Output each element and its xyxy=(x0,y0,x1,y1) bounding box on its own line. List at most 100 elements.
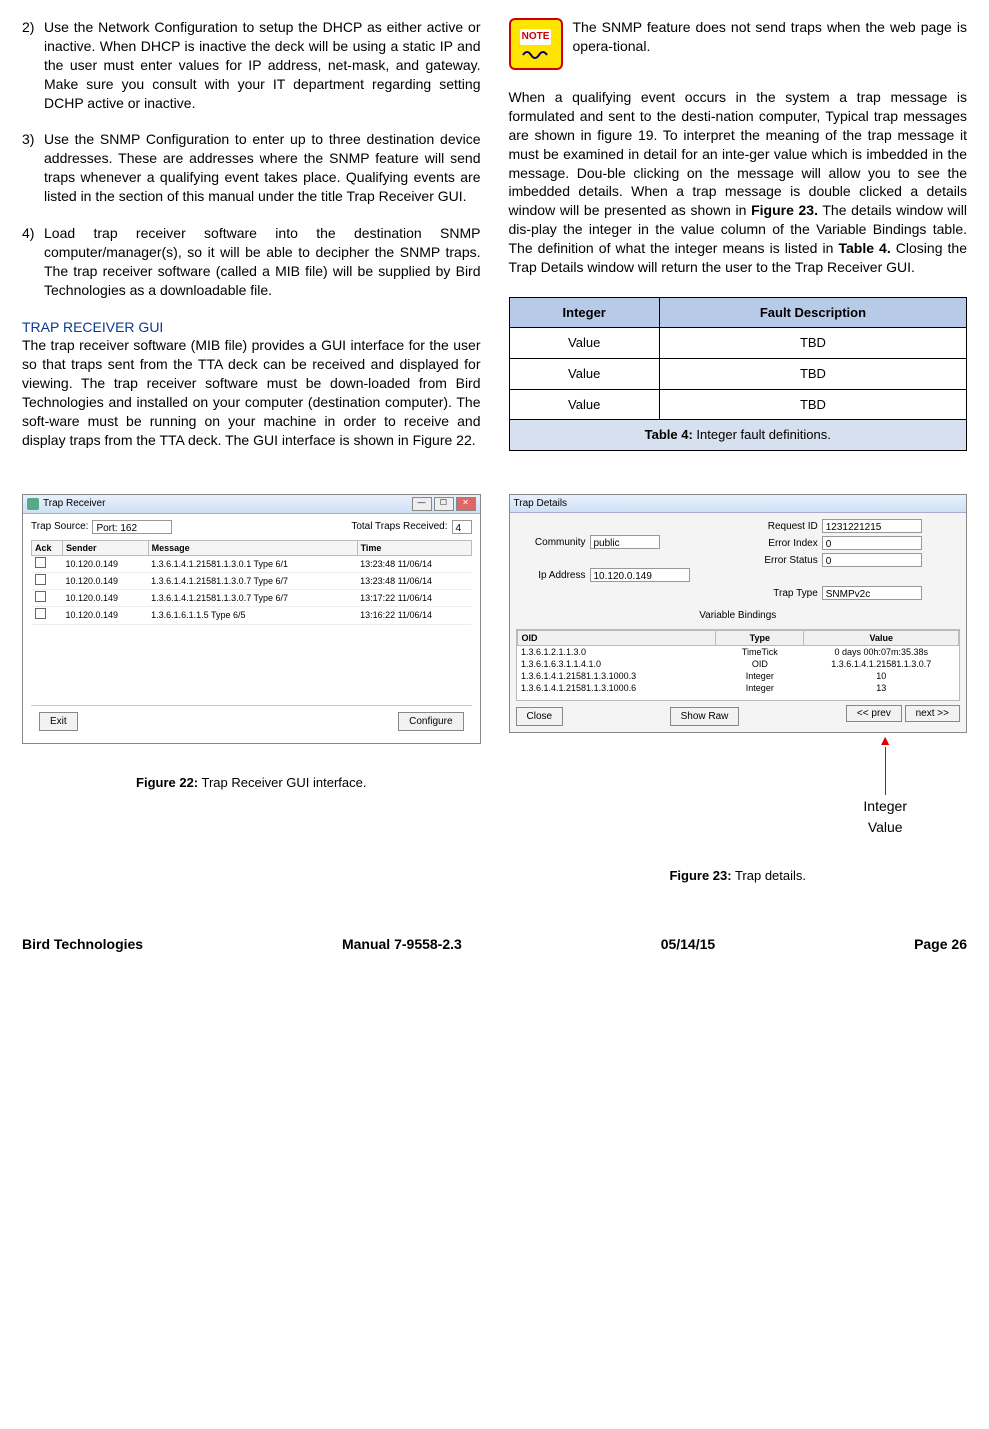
caption-text: Integer fault definitions. xyxy=(693,427,831,442)
list-item: 2) Use the Network Configuration to setu… xyxy=(22,18,481,112)
close-button[interactable]: ✕ xyxy=(456,497,476,511)
ip-field: 10.120.0.149 xyxy=(590,568,690,582)
right-column: NOTE The SNMP feature does not send trap… xyxy=(509,18,968,464)
note-block: NOTE The SNMP feature does not send trap… xyxy=(509,18,968,70)
col-time[interactable]: Time xyxy=(357,540,471,555)
window-body: Communitypublic Ip Address10.120.0.149 R… xyxy=(510,513,967,732)
caption-text: Trap Receiver GUI interface. xyxy=(198,775,366,790)
trap-source-label: Trap Source: xyxy=(31,520,88,534)
figure-23: Trap Details Communitypublic Ip Address1… xyxy=(509,494,968,885)
col-message[interactable]: Message xyxy=(148,540,357,555)
text: When a qualifying event occurs in the sy… xyxy=(509,89,968,218)
ack-checkbox[interactable] xyxy=(35,574,46,585)
content-columns: 2) Use the Network Configuration to setu… xyxy=(22,18,967,464)
table-row: Value TBD xyxy=(509,359,967,390)
table-header: Fault Description xyxy=(659,297,966,328)
note-icon: NOTE xyxy=(509,18,563,70)
col-sender[interactable]: Sender xyxy=(63,540,149,555)
window-title: Trap Receiver xyxy=(43,497,412,511)
table-row[interactable]: 1.3.6.1.2.1.1.3.0TimeTick0 days 00h:07m:… xyxy=(517,645,959,658)
ack-checkbox[interactable] xyxy=(35,591,46,602)
figure-caption: Figure 22: Trap Receiver GUI interface. xyxy=(22,774,481,792)
window-title: Trap Details xyxy=(514,497,963,511)
error-index-field: 0 xyxy=(822,536,922,550)
trap-details-window: Trap Details Communitypublic Ip Address1… xyxy=(509,494,968,734)
list-text: Load trap receiver software into the des… xyxy=(44,224,481,300)
prev-button[interactable]: << prev xyxy=(846,705,902,722)
list-number: 4) xyxy=(22,224,44,300)
footer-manual: Manual 7-9558-2.3 xyxy=(342,935,462,954)
table-row[interactable]: 10.120.0.1491.3.6.1.6.1.1.5 Type 6/513:1… xyxy=(32,607,472,624)
cell: Value xyxy=(509,389,659,420)
next-button[interactable]: next >> xyxy=(905,705,960,722)
variable-bindings-label: Variable Bindings xyxy=(516,609,961,623)
trap-type-label: Trap Type xyxy=(738,587,822,601)
close-button[interactable]: Close xyxy=(516,707,564,727)
table-row[interactable]: 1.3.6.1.6.3.1.1.4.1.0OID1.3.6.1.4.1.2158… xyxy=(517,658,959,670)
community-field: public xyxy=(590,535,660,549)
caption-bold: Figure 23: xyxy=(669,868,731,883)
table-row[interactable]: 10.120.0.1491.3.6.1.4.1.21581.1.3.0.1 Ty… xyxy=(32,555,472,572)
list-text: Use the SNMP Configuration to enter up t… xyxy=(44,130,481,206)
paragraph: The trap receiver software (MIB file) pr… xyxy=(22,336,481,449)
col-type[interactable]: Type xyxy=(716,630,804,645)
caption-text: Trap details. xyxy=(732,868,806,883)
titlebar: Trap Receiver — ☐ ✕ xyxy=(23,495,480,514)
cell: TBD xyxy=(659,389,966,420)
titlebar: Trap Details xyxy=(510,495,967,514)
figures-row: Trap Receiver — ☐ ✕ Trap Source: Port: 1… xyxy=(22,494,967,885)
variable-bindings-table[interactable]: OID Type Value 1.3.6.1.2.1.1.3.0TimeTick… xyxy=(516,629,961,701)
table-row: Value TBD xyxy=(509,328,967,359)
ack-checkbox[interactable] xyxy=(35,557,46,568)
cell: TBD xyxy=(659,359,966,390)
ip-label: Ip Address xyxy=(516,569,590,583)
show-raw-button[interactable]: Show Raw xyxy=(670,707,740,727)
table-row[interactable]: 10.120.0.1491.3.6.1.4.1.21581.1.3.0.7 Ty… xyxy=(32,590,472,607)
list-item: 4) Load trap receiver software into the … xyxy=(22,224,481,300)
table-row[interactable]: 1.3.6.1.4.1.21581.1.3.1000.3Integer10 xyxy=(517,670,959,682)
cell: Value xyxy=(509,328,659,359)
cell: Value xyxy=(509,359,659,390)
request-id-field: 1231221215 xyxy=(822,519,922,533)
ack-checkbox[interactable] xyxy=(35,608,46,619)
footer-company: Bird Technologies xyxy=(22,935,143,954)
figure-caption: Figure 23: Trap details. xyxy=(509,867,968,885)
footer-page: Page 26 xyxy=(914,935,967,954)
paragraph: When a qualifying event occurs in the sy… xyxy=(509,88,968,277)
arrow-line xyxy=(885,747,886,795)
page-footer: Bird Technologies Manual 7-9558-2.3 05/1… xyxy=(22,935,967,954)
left-column: 2) Use the Network Configuration to setu… xyxy=(22,18,481,464)
col-ack[interactable]: Ack xyxy=(32,540,63,555)
community-label: Community xyxy=(516,536,590,550)
configure-button[interactable]: Configure xyxy=(398,712,463,732)
total-traps-label: Total Traps Received: xyxy=(351,520,447,534)
error-status-field: 0 xyxy=(822,553,922,567)
arrow-label: Integer xyxy=(863,797,907,816)
note-label: NOTE xyxy=(520,29,552,45)
trap-source-field[interactable]: Port: 162 xyxy=(92,520,172,534)
table-ref: Table 4. xyxy=(838,240,890,256)
list-number: 2) xyxy=(22,18,44,112)
footer-date: 05/14/15 xyxy=(661,935,716,954)
list-text: Use the Network Configuration to setup t… xyxy=(44,18,481,112)
error-status-label: Error Status xyxy=(738,554,822,568)
arrow-annotation: ▲ Integer Value xyxy=(509,733,968,837)
table-row[interactable]: 1.3.6.1.4.1.21581.1.3.1000.6Integer13 xyxy=(517,682,959,694)
maximize-button[interactable]: ☐ xyxy=(434,497,454,511)
list-number: 3) xyxy=(22,130,44,206)
section-title: TRAP RECEIVER GUI xyxy=(22,318,481,337)
request-id-label: Request ID xyxy=(738,520,822,534)
arrow-head-icon: ▲ xyxy=(863,733,907,747)
list-item: 3) Use the SNMP Configuration to enter u… xyxy=(22,130,481,206)
col-value[interactable]: Value xyxy=(804,630,959,645)
exit-button[interactable]: Exit xyxy=(39,712,78,732)
note-text: The SNMP feature does not send traps whe… xyxy=(573,18,968,56)
fault-table: Integer Fault Description Value TBD Valu… xyxy=(509,297,968,451)
minimize-button[interactable]: — xyxy=(412,497,432,511)
col-oid[interactable]: OID xyxy=(517,630,716,645)
total-traps-field: 4 xyxy=(452,520,472,534)
window-body: Trap Source: Port: 162 Total Traps Recei… xyxy=(23,514,480,743)
caption-bold: Figure 22: xyxy=(136,775,198,790)
traps-table[interactable]: Ack Sender Message Time 10.120.0.1491.3.… xyxy=(31,540,472,625)
table-row[interactable]: 10.120.0.1491.3.6.1.4.1.21581.1.3.0.7 Ty… xyxy=(32,573,472,590)
